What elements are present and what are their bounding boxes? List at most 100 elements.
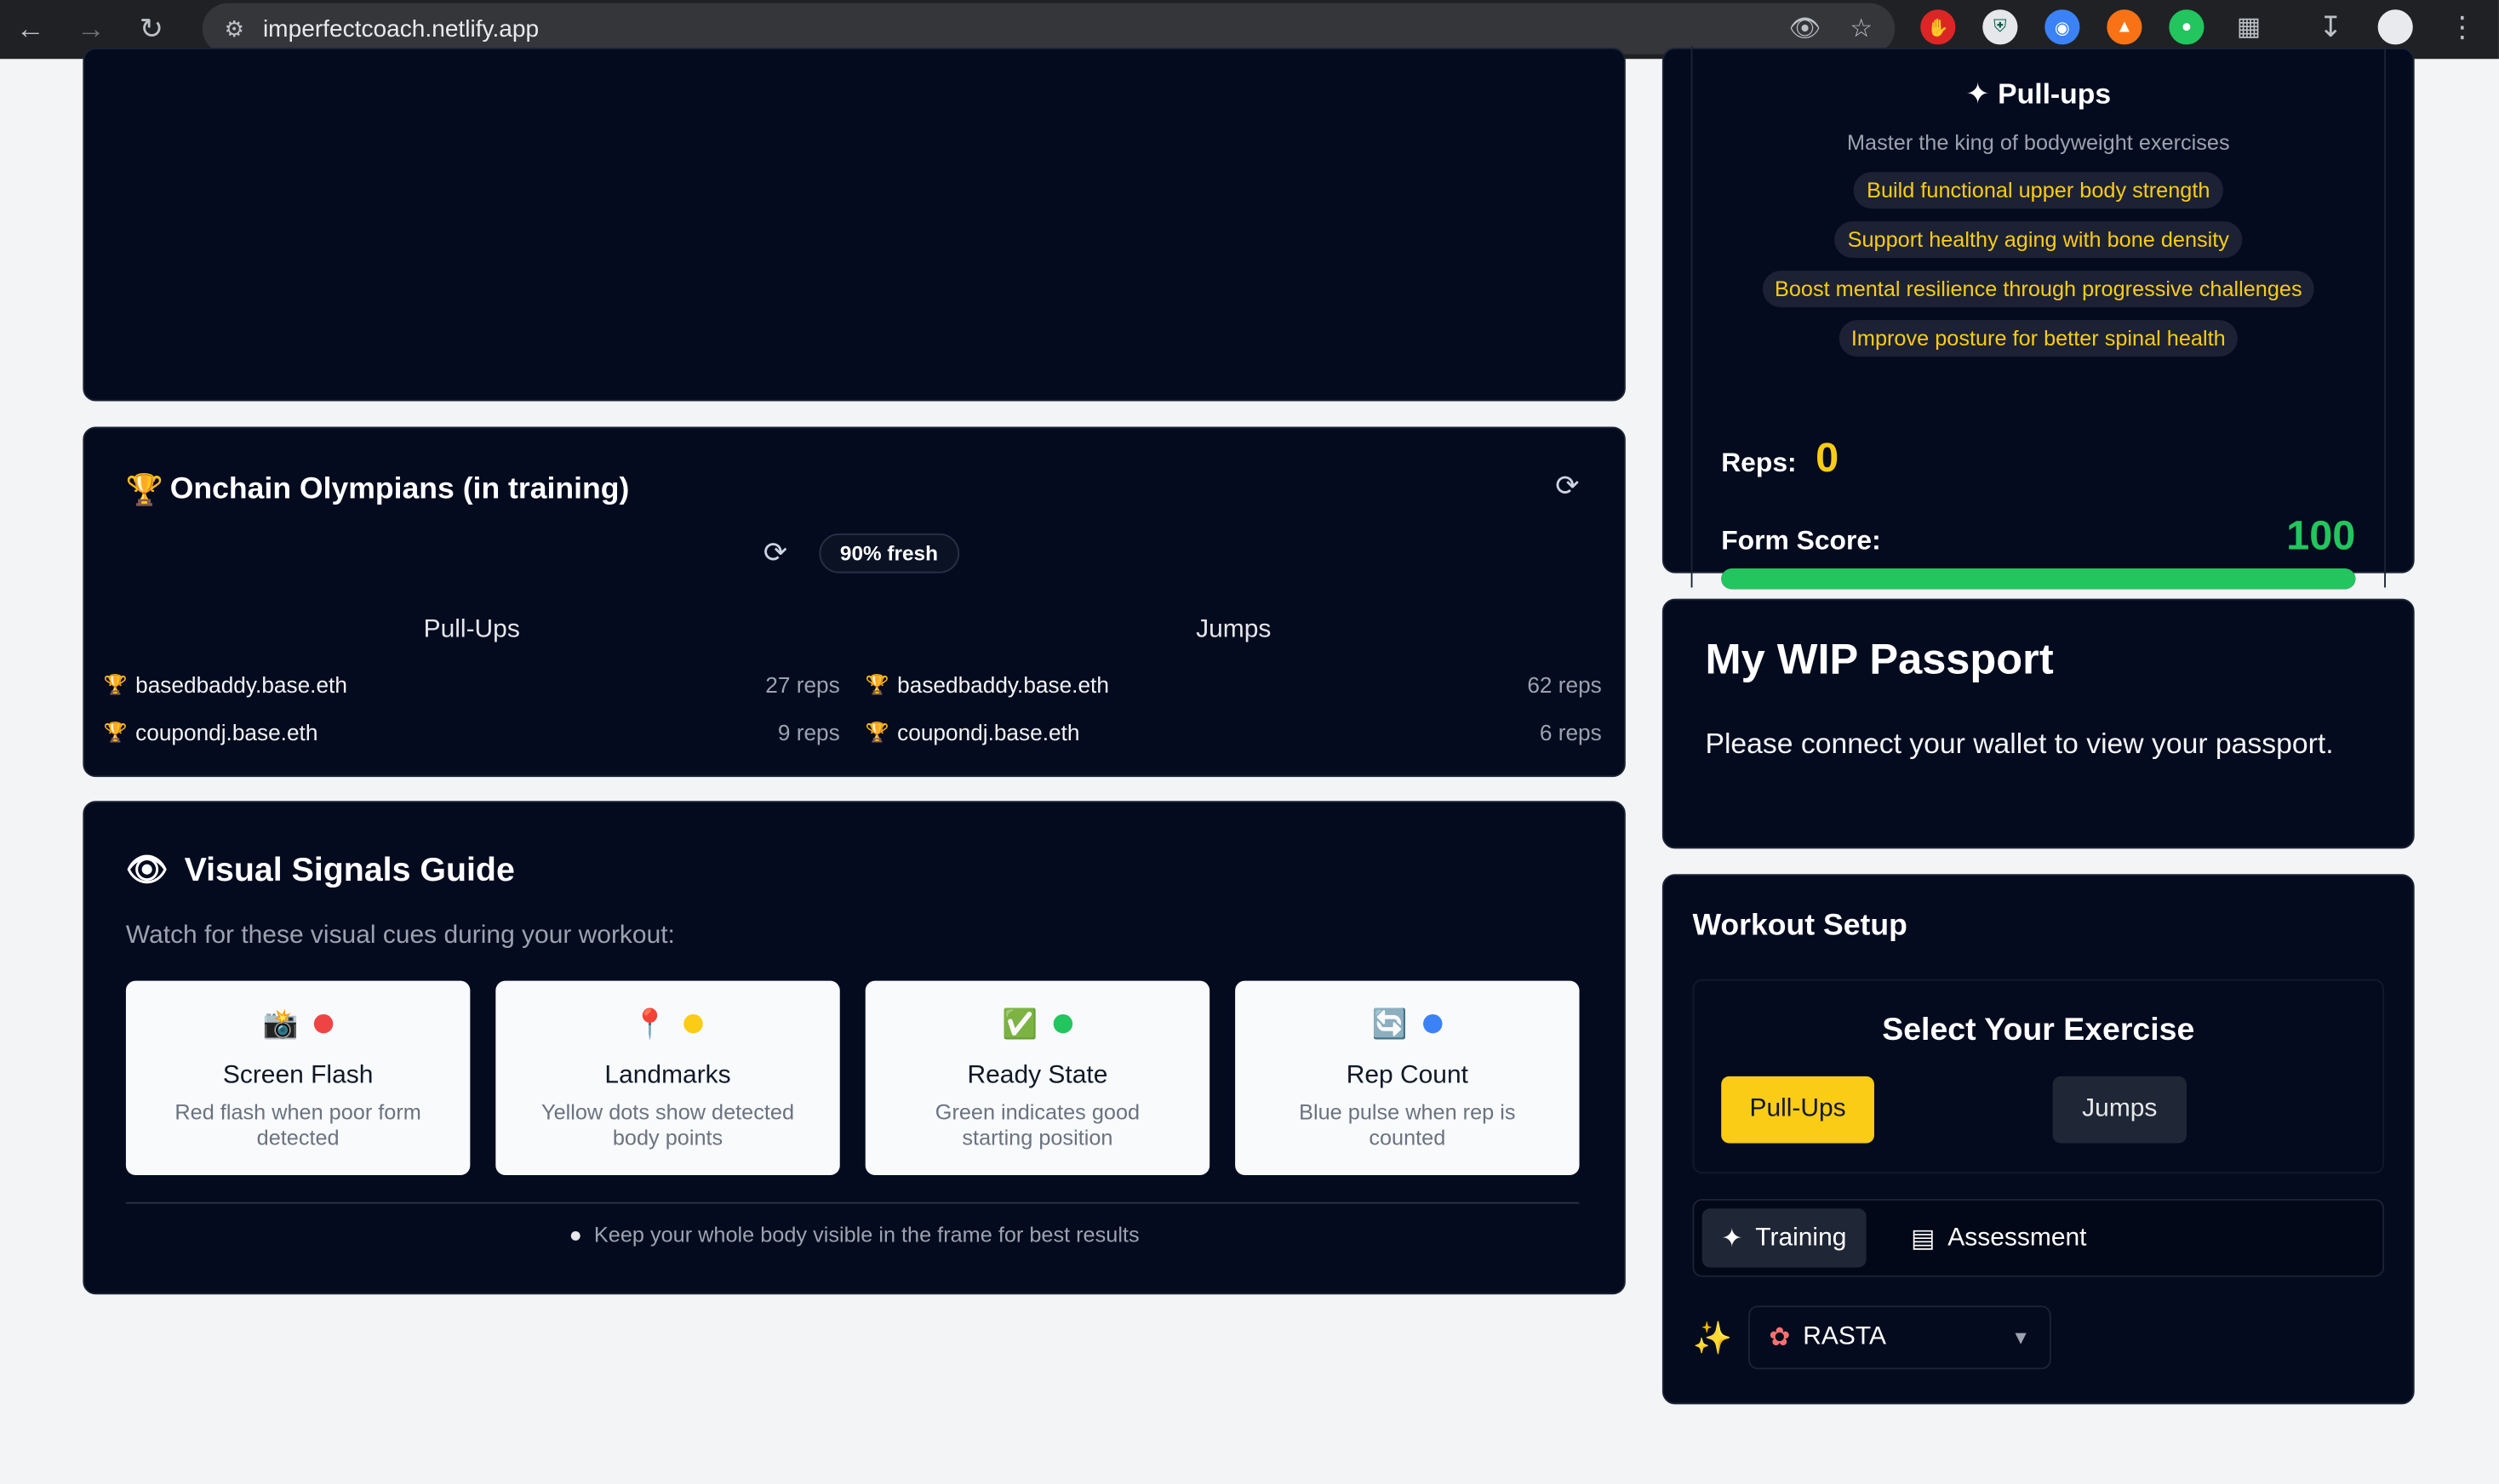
reps-label: Reps: [1721,447,1797,478]
leaderboard-row: 🏆 basedbaddy.base.eth 62 reps [866,661,1602,709]
refresh-icon[interactable]: ⟳ [1555,470,1579,503]
reload-icon[interactable]: ↻ [121,13,181,46]
eye-icon: 👁 [125,852,169,889]
address-bar[interactable]: ⚙ imperfectcoach.netlify.app 👁 ☆ [202,3,1896,54]
jumps-button[interactable]: Jumps [2052,1076,2187,1144]
leaderboard-row: 🏆 coupondj.base.eth 6 reps [866,709,1602,756]
dumbbell-icon: ✦ [1965,77,1990,111]
card-description: Green indicates good starting position [935,1099,1141,1150]
card-description: Yellow dots show detected body points [541,1099,795,1150]
card-title: Rep Count [1346,1062,1468,1089]
leaderboard-panel: 🏆 Onchain Olympians (in training) ⟳ ⟳ 90… [83,426,1626,778]
exercise-selector: Select Your Exercise Pull-Ups Jumps [1692,979,2385,1174]
dumbbell-icon: ✦ [1721,1224,1743,1253]
card-title: Ready State [967,1062,1108,1089]
octopus-icon: ✿ [1769,1324,1791,1352]
card-title: Landmarks [604,1062,731,1089]
player-reps: 9 reps [777,719,840,745]
trophy-icon: 🏆 [865,673,889,696]
progress-fill [1721,568,2356,590]
clipboard-icon: ▤ [1911,1224,1936,1253]
leaderboard-column-pullups: Pull-Ups 🏆 basedbaddy.base.eth 27 reps 🏆… [104,616,840,756]
profile-avatar[interactable] [2377,9,2413,45]
exercise-title: ✦ Pull-ups [1965,77,2112,111]
freshness-badge: 90% fresh [819,533,959,574]
leaderboard-title: 🏆 Onchain Olympians (in training) [125,472,630,508]
camera-flash-icon: 📸 [262,1007,299,1039]
guide-subtitle: Watch for these visual cues during your … [125,922,675,950]
pushpin-icon: 📍 [632,1007,668,1039]
yellow-dot-icon [683,1013,704,1034]
form-score-value: 100 [2286,511,2356,559]
passport-message: Please connect your wallet to view your … [1705,728,2334,760]
coach-personality-select[interactable]: ✿ RASTA ▼ [1747,1305,2051,1370]
forward-icon[interactable]: → [60,13,121,46]
card-description: Red flash when poor form detected [174,1099,421,1150]
guide-tip: ● Keep your whole body visible in the fr… [569,1223,1140,1247]
medal-icon: 🏆 [103,721,128,744]
column-heading: Pull-Ups [423,616,520,643]
benefit-tag: Support healthy aging with bone density [1834,221,2242,259]
form-score-progress-bar [1721,568,2356,590]
chevron-down-icon: ▼ [2010,1326,2031,1349]
benefit-tag: Boost mental resilience through progress… [1761,271,2315,308]
pullups-button[interactable]: Pull-Ups [1721,1076,1874,1144]
extension-icon[interactable]: ● [2169,9,2204,45]
eye-off-icon[interactable]: 👁 [1788,13,1821,44]
trophy-icon: 🏆 [125,474,164,508]
puzzle-icon[interactable]: ▦ [2231,9,2266,44]
blue-dot-icon [1423,1013,1443,1034]
form-score-label: Form Score: [1721,525,1881,556]
signal-card-rep-count: 🔄 Rep Count Blue pulse when rep is count… [1235,980,1580,1175]
divider [125,1201,1580,1204]
player-reps: 62 reps [1527,671,1602,698]
signal-card-screen-flash: 📸 Screen Flash Red flash when poor form … [125,980,471,1175]
setup-title: Workout Setup [1692,909,1907,943]
fox-extension-icon[interactable]: ▲ [2107,9,2142,45]
sparkles-icon: ✨ [1692,1321,1733,1356]
tab-training[interactable]: ✦ Training [1701,1208,1866,1268]
site-settings-icon[interactable]: ⚙ [212,15,256,43]
card-title: Screen Flash [222,1062,374,1089]
passport-title: My WIP Passport [1705,635,2054,683]
player-name: coupondj.base.eth [135,719,318,745]
passport-panel: My WIP Passport Please connect your wall… [1661,598,2415,849]
leaderboard-row: 🏆 coupondj.base.eth 9 reps [104,709,840,756]
workout-setup-panel: Workout Setup Select Your Exercise Pull-… [1661,874,2415,1405]
leaderboard-column-jumps: Jumps 🏆 basedbaddy.base.eth 62 reps 🏆 co… [866,616,1602,756]
check-mark-icon: ✅ [1002,1007,1038,1039]
form-score: Form Score: 100 [1721,511,2355,561]
tab-assessment[interactable]: ▤ Assessment [1892,1208,2106,1267]
red-dot-icon [314,1013,334,1034]
signal-card-landmarks: 📍 Landmarks Yellow dots show detected bo… [495,980,840,1175]
repeat-icon: 🔄 [1371,1007,1408,1039]
shield-extension-icon[interactable]: ⛨ [1982,9,2018,45]
benefit-tag: Improve posture for better spinal health [1838,320,2239,357]
download-icon[interactable]: ↧ [2319,10,2342,43]
reps-value: 0 [1816,432,1839,482]
bookmark-star-icon[interactable]: ☆ [1850,13,1873,44]
extension-icon[interactable]: ◉ [2044,9,2080,45]
reps-counter: Reps: 0 [1721,433,1839,482]
player-reps: 6 reps [1539,719,1602,745]
player-name: coupondj.base.eth [897,719,1080,745]
refresh-icon[interactable]: ⟳ [763,537,787,570]
visual-signals-guide: 👁 Visual Signals Guide Watch for these v… [83,801,1626,1295]
menu-kebab-icon[interactable]: ⋮ [2448,10,2477,43]
card-description: Blue pulse when rep is counted [1299,1099,1516,1150]
player-name: basedbaddy.base.eth [897,671,1109,698]
extension-icon[interactable]: ✋ [1920,9,1956,45]
back-icon[interactable]: ← [0,13,60,46]
player-name: basedbaddy.base.eth [135,671,347,698]
guide-title: 👁 Visual Signals Guide [125,852,515,889]
green-dot-icon [1054,1013,1073,1034]
trophy-icon: 🏆 [103,673,128,696]
column-heading: Jumps [1196,616,1272,643]
mode-tabs: ✦ Training ▤ Assessment [1692,1199,2385,1277]
select-heading: Select Your Exercise [1882,1013,2195,1048]
benefit-tag: Build functional upper body strength [1854,172,2223,209]
benefit-tags: Build functional upper body strength Sup… [1664,172,2413,357]
exercise-info-panel: ✦ Pull-ups Master the king of bodyweight… [1661,46,2415,590]
url-text[interactable]: imperfectcoach.netlify.app [263,15,539,43]
lightbulb-icon: ● [569,1223,582,1247]
